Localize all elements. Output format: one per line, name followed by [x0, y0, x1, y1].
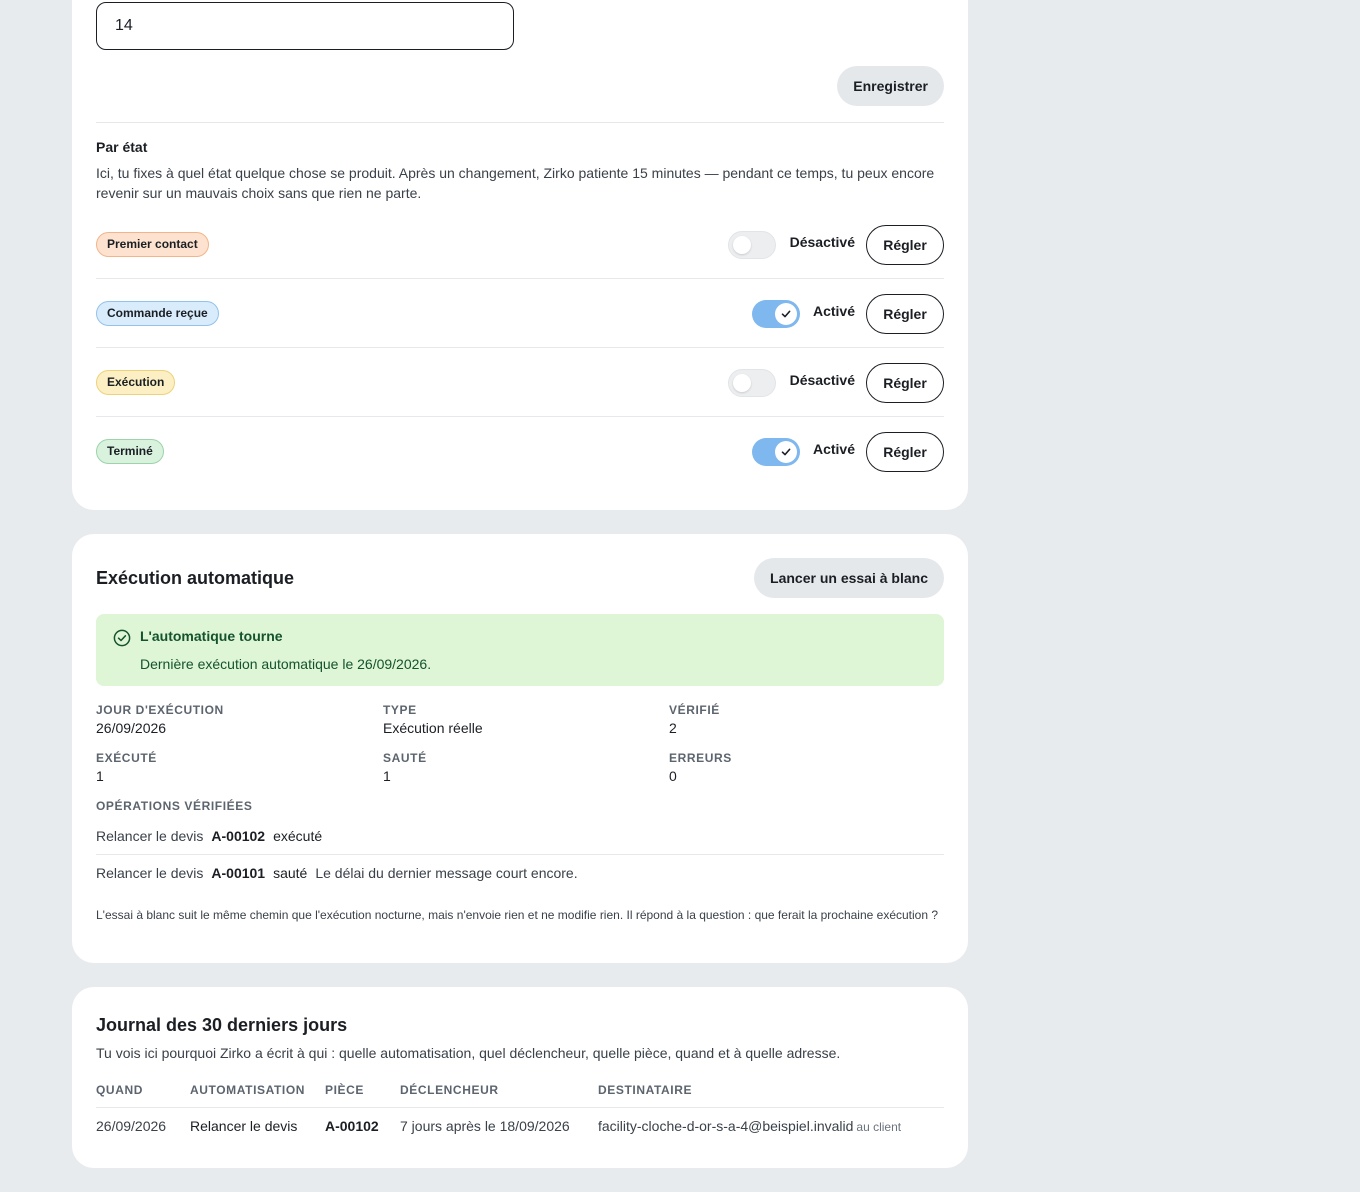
journal-card: Journal des 30 derniers jours Tu vois ic…	[72, 987, 968, 1168]
toggle-status-label: Activé	[812, 303, 855, 319]
stat-value: 26/09/2026	[96, 720, 167, 736]
state-chip: Terminé	[96, 439, 164, 464]
auto-execution-title: Exécution automatique	[96, 568, 295, 588]
state-row-termine: Terminé Activé Régler	[96, 417, 944, 486]
divider	[96, 854, 944, 855]
stat-value: 0	[669, 768, 677, 784]
days-input[interactable]	[96, 2, 514, 50]
state-row-premier-contact: Premier contact Désactivé Régler	[96, 210, 944, 279]
stat-value: 1	[96, 768, 104, 784]
stat-verified: Vérifié 2	[669, 703, 949, 736]
stat-value: 1	[383, 768, 391, 784]
recipient-note: au client	[856, 1120, 902, 1134]
toggle-knob	[775, 441, 797, 463]
op-note: Le délai du dernier message court encore…	[315, 865, 578, 881]
cell-recipient: facility-cloche-d-or-s-a-4@beispiel.inva…	[598, 1118, 901, 1134]
alert-text: Dernière exécution automatique le 26/09/…	[140, 656, 432, 672]
state-row-commande-recue: Commande reçue Activé Régler	[96, 279, 944, 348]
state-toggle[interactable]	[728, 369, 776, 397]
stat-errors: Erreurs 0	[669, 751, 949, 784]
stat-key: Exécuté	[96, 751, 157, 765]
section-description: Ici, tu fixes à quel état quelque chose …	[96, 165, 935, 201]
section-title: Par état	[96, 139, 148, 155]
status-alert: L'automatique tourne Dernière exécution …	[96, 614, 944, 686]
state-settings-card: Enregistrer Par état Ici, tu fixes à que…	[72, 0, 968, 510]
stat-value: 2	[669, 720, 677, 736]
state-chip: Premier contact	[96, 232, 209, 257]
state-chip: Exécution	[96, 370, 176, 395]
alert-title: L'automatique tourne	[140, 628, 283, 644]
auto-execution-card: Exécution automatique Lancer un essai à …	[72, 534, 968, 963]
toggle-status-label: Désactivé	[789, 234, 855, 250]
stat-executed: Exécuté 1	[96, 751, 376, 784]
op-action: Relancer le devis	[96, 828, 204, 844]
op-status: sauté	[273, 865, 308, 881]
stat-type: Type Exécution réelle	[383, 703, 663, 736]
stat-value: Exécution réelle	[383, 720, 483, 736]
toggle-knob	[775, 303, 797, 325]
cell-when: 26/09/2026	[96, 1118, 167, 1134]
column-header-recipient: DESTINATAIRE	[598, 1083, 693, 1097]
journal-title: Journal des 30 derniers jours	[96, 1015, 348, 1035]
adjust-button[interactable]: Régler	[866, 432, 944, 472]
column-header-piece: PIÈCE	[325, 1083, 365, 1097]
check-icon	[781, 448, 791, 456]
stat-run-day: Jour d'exécution 26/09/2026	[96, 703, 376, 736]
adjust-button[interactable]: Régler	[866, 225, 944, 265]
op-action: Relancer le devis	[96, 865, 204, 881]
column-header-trigger: DÉCLENCHEUR	[400, 1083, 499, 1097]
stat-key: Vérifié	[669, 703, 720, 717]
state-toggle[interactable]	[752, 300, 800, 328]
stat-key: Erreurs	[669, 751, 732, 765]
state-row-execution: Exécution Désactivé Régler	[96, 348, 944, 417]
divider	[96, 1107, 944, 1108]
toggle-status-label: Désactivé	[789, 372, 855, 388]
cell-automation: Relancer le devis	[190, 1118, 298, 1134]
cell-piece: A-00102	[325, 1118, 379, 1134]
stat-key: Jour d'exécution	[96, 703, 224, 717]
recipient-email: facility-cloche-d-or-s-a-4@beispiel.inva…	[598, 1118, 854, 1134]
stat-skipped: Sauté 1	[383, 751, 663, 784]
check-icon	[781, 310, 791, 318]
list-item: Relancer le devis A-00101 sauté Le délai du…	[96, 865, 944, 881]
adjust-button[interactable]: Régler	[866, 363, 944, 403]
op-status: exécuté	[273, 828, 323, 844]
state-chip: Commande reçue	[96, 301, 219, 326]
cell-trigger: 7 jours après le 18/09/2026	[400, 1118, 570, 1134]
toggle-status-label: Activé	[812, 441, 855, 457]
op-ref: A-00102	[211, 828, 266, 844]
save-button[interactable]: Enregistrer	[837, 66, 944, 106]
check-circle-icon	[113, 629, 131, 647]
journal-description: Tu vois ici pourquoi Zirko a écrit à qui…	[96, 1045, 841, 1061]
column-header-when: QUAND	[96, 1083, 143, 1097]
stat-key: Type	[383, 703, 417, 717]
state-toggle[interactable]	[728, 231, 776, 259]
toggle-knob	[733, 374, 751, 392]
ops-label: OPÉRATIONS VÉRIFIÉES	[96, 799, 253, 813]
dry-run-footnote: L'essai à blanc suit le même chemin que …	[96, 908, 939, 922]
state-toggle[interactable]	[752, 438, 800, 466]
stat-key: Sauté	[383, 751, 427, 765]
divider	[96, 122, 944, 123]
toggle-knob	[733, 236, 751, 254]
column-header-automation: AUTOMATISATION	[190, 1083, 306, 1097]
list-item: Relancer le devis A-00102 exécuté	[96, 828, 944, 844]
adjust-button[interactable]: Régler	[866, 294, 944, 334]
op-ref: A-00101	[211, 865, 266, 881]
dry-run-button[interactable]: Lancer un essai à blanc	[754, 558, 944, 598]
